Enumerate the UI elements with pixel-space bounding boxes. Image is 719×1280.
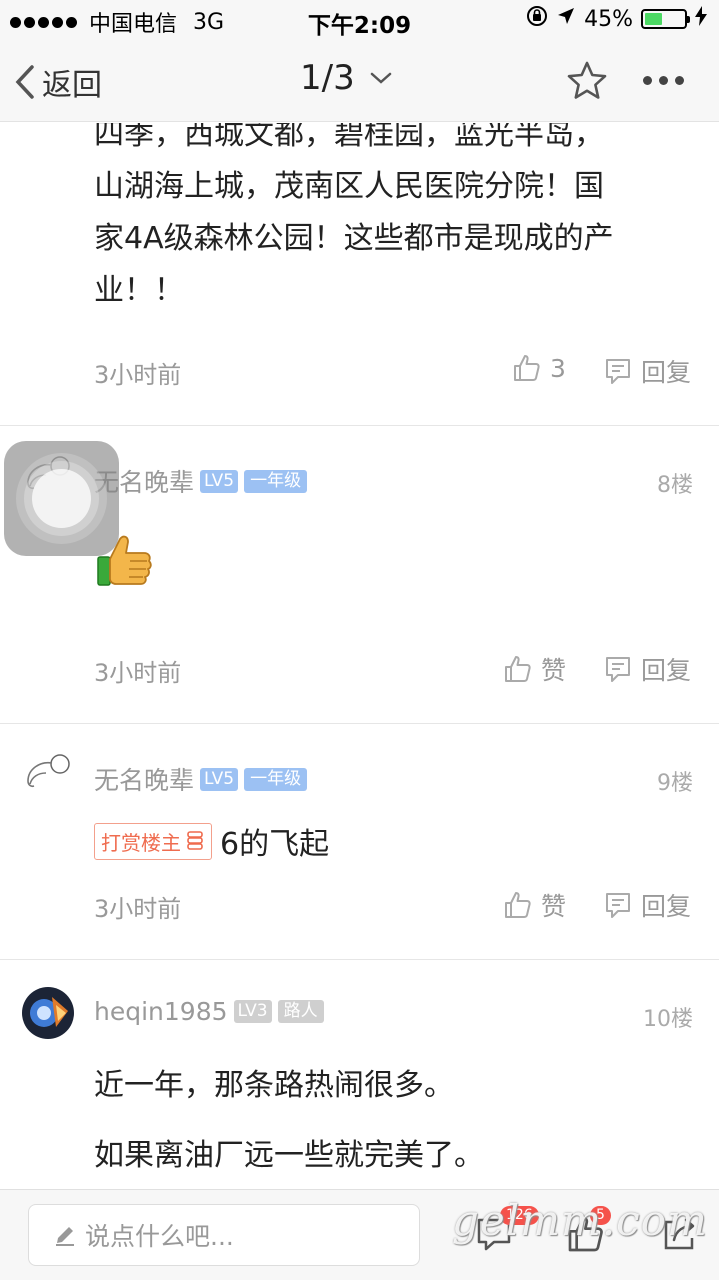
reply-placeholder: 说点什么吧... bbox=[85, 1222, 234, 1251]
share-button[interactable] bbox=[660, 1214, 700, 1258]
grade-badge: 路人 bbox=[277, 1000, 324, 1023]
grade-badge: 一年级 bbox=[244, 469, 308, 493]
comment-icon bbox=[606, 657, 630, 682]
reply-label: 回复 bbox=[641, 892, 692, 921]
comment-body: 打赏楼主 6的飞起 bbox=[94, 819, 329, 863]
more-button[interactable] bbox=[643, 76, 684, 85]
reply-input[interactable]: 说点什么吧... bbox=[28, 1204, 420, 1266]
reply-button[interactable]: 回复 bbox=[603, 651, 691, 687]
chevron-left-icon bbox=[15, 65, 34, 99]
avatar-sketch-icon bbox=[27, 754, 70, 788]
avatar[interactable] bbox=[22, 987, 74, 1039]
comment-line: 如果离油厂远一些就完美了。 bbox=[94, 1138, 484, 1173]
level-badge: LV3 bbox=[233, 1000, 272, 1023]
comment-count-badge: 126 bbox=[500, 1206, 539, 1225]
location-arrow-icon bbox=[556, 6, 576, 32]
comment-icon bbox=[606, 893, 630, 918]
comment-icon bbox=[606, 359, 630, 384]
level-badge: LV5 bbox=[200, 469, 239, 493]
battery-percent: 45% bbox=[584, 6, 633, 32]
level-badge: LV5 bbox=[200, 767, 239, 791]
username: heqin1985 bbox=[94, 997, 228, 1026]
reply-button[interactable]: 回复 bbox=[603, 887, 691, 923]
battery-fill bbox=[645, 13, 663, 25]
divider bbox=[0, 959, 719, 960]
chevron-down-icon bbox=[370, 72, 391, 84]
status-bar: 中国电信 3G 下午2:09 45% bbox=[0, 0, 719, 40]
comment-time: 3小时前 bbox=[94, 659, 182, 687]
floor-number: 10楼 bbox=[643, 1007, 693, 1032]
comment-time: 3小时前 bbox=[94, 895, 182, 923]
post-line: 业！！ bbox=[94, 273, 184, 308]
battery-icon bbox=[641, 9, 690, 29]
post-line: 四季，西城文都，碧桂园，蓝光半岛， bbox=[94, 123, 604, 152]
like-label: 赞 bbox=[541, 656, 567, 685]
status-right: 45% bbox=[526, 5, 707, 33]
divider bbox=[0, 425, 719, 426]
nav-bar: 返回 1/3 bbox=[0, 40, 719, 122]
back-button[interactable]: 返回 bbox=[14, 60, 102, 104]
like-bottom-button[interactable]: 5 bbox=[566, 1206, 611, 1258]
thumbs-up-icon bbox=[505, 892, 531, 918]
post-line: 家4A级森林公园！这些都市是现成的产 bbox=[94, 221, 614, 256]
reply-label: 回复 bbox=[641, 656, 692, 685]
like-count: 3 bbox=[550, 353, 566, 383]
reply-button[interactable]: 回复 bbox=[603, 353, 691, 389]
grade-badge: 一年级 bbox=[244, 767, 308, 791]
thread-content: 四季，西城文都，碧桂园，蓝光半岛， 山湖海上城，茂南区人民医院分院！国 家4A级… bbox=[0, 123, 719, 1189]
thumbs-up-icon bbox=[505, 656, 531, 682]
back-label: 返回 bbox=[42, 68, 102, 103]
like-label: 赞 bbox=[541, 892, 567, 921]
comment-text: 6的飞起 bbox=[220, 827, 330, 862]
divider bbox=[0, 723, 719, 724]
like-button[interactable]: 3 bbox=[512, 353, 566, 383]
pencil-icon bbox=[56, 1227, 74, 1246]
comment-line: 近一年，那条路热闹很多。 bbox=[94, 1068, 454, 1103]
floor-number: 9楼 bbox=[657, 771, 693, 796]
rotation-lock-icon bbox=[526, 5, 548, 33]
post-line: 山湖海上城，茂南区人民医院分院！国 bbox=[94, 169, 604, 204]
post-partial-text: 四季，西城文都，碧桂园，蓝光半岛， 山湖海上城，茂南区人民医院分院！国 家4A级… bbox=[94, 123, 694, 317]
avatar-photo-icon bbox=[22, 987, 74, 1039]
thumbs-up-icon bbox=[514, 355, 540, 381]
comment-author[interactable]: heqin1985 LV3 路人 bbox=[94, 997, 324, 1026]
comment-text: 近一年，那条路热闹很多。 如果离油厂远一些就完美了。 bbox=[94, 1051, 694, 1189]
bottom-bar: 说点什么吧... 126 5 gelmm.com bbox=[0, 1189, 719, 1280]
page-indicator: 1/3 bbox=[300, 58, 355, 98]
assistive-touch-button[interactable] bbox=[4, 441, 119, 556]
floor-number: 8楼 bbox=[657, 473, 693, 498]
username: 无名晚辈 bbox=[94, 766, 195, 795]
reward-label: 打赏楼主 bbox=[101, 830, 181, 855]
favorite-button[interactable] bbox=[566, 60, 608, 106]
post-time: 3小时前 bbox=[94, 361, 182, 389]
star-icon bbox=[567, 61, 607, 99]
comment-author[interactable]: 无名晚辈 LV5 一年级 bbox=[94, 463, 308, 499]
page-selector[interactable]: 1/3 bbox=[300, 58, 393, 98]
share-icon bbox=[664, 1218, 695, 1250]
like-count-badge: 5 bbox=[590, 1206, 611, 1225]
like-button[interactable]: 赞 bbox=[503, 887, 566, 923]
comment-author[interactable]: 无名晚辈 LV5 一年级 bbox=[94, 761, 308, 797]
charging-icon bbox=[695, 6, 707, 32]
coins-icon bbox=[187, 831, 203, 850]
avatar[interactable] bbox=[22, 751, 74, 803]
reply-label: 回复 bbox=[641, 358, 692, 387]
like-button[interactable]: 赞 bbox=[503, 651, 566, 687]
comments-button[interactable]: 126 bbox=[474, 1206, 539, 1258]
reward-tag[interactable]: 打赏楼主 bbox=[94, 822, 212, 860]
